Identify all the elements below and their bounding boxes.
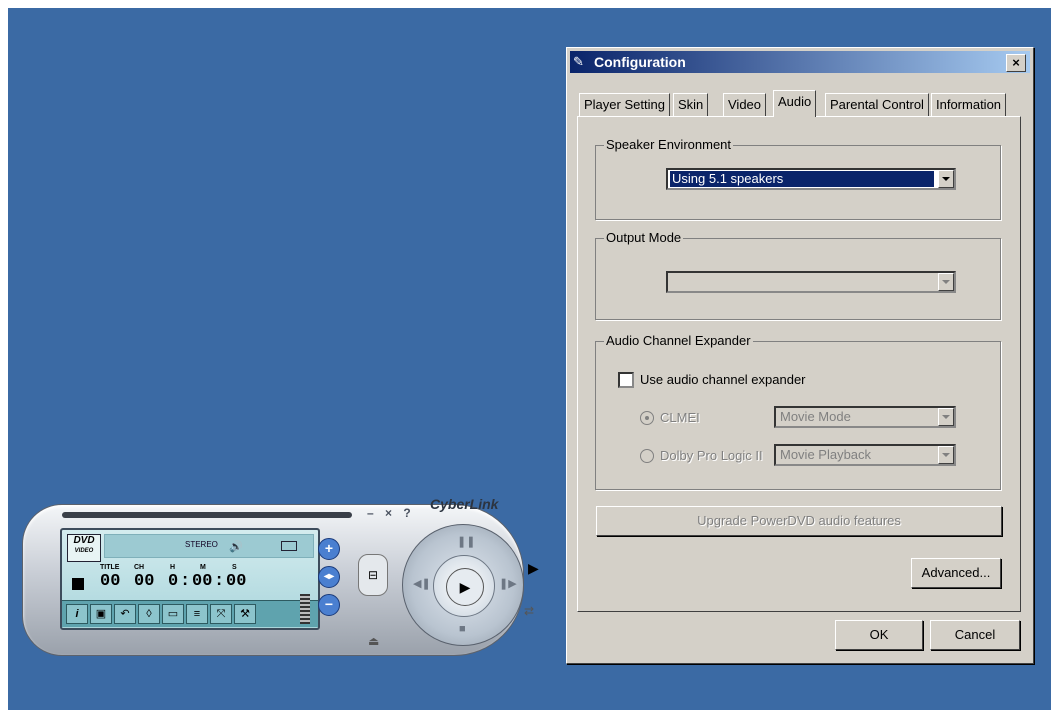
expand-arrow-icon[interactable]: ▶ <box>528 560 539 577</box>
hours-value: 0 <box>168 572 179 591</box>
stop-status-icon <box>72 578 84 590</box>
audio-stream-icon[interactable]: ◊ <box>138 604 160 624</box>
tab-video[interactable]: Video <box>723 93 767 116</box>
volume-down-icon[interactable]: − <box>318 594 340 616</box>
cancel-button[interactable]: Cancel <box>930 620 1020 650</box>
hours-label: H <box>170 564 176 571</box>
clmei-mode-value: Movie Mode <box>780 409 851 424</box>
swap-icon[interactable]: ⇄ <box>524 604 534 618</box>
output-mode-value <box>670 274 674 290</box>
navigation-wheel[interactable]: ❚❚ ◀❚ ❚▶ ■ ▶ <box>402 524 524 646</box>
settings-tool-icon[interactable]: ⚒ <box>234 604 256 624</box>
brand-logo: CyberLink <box>430 496 499 512</box>
chapter-value: 00 <box>134 572 155 591</box>
audio-channel-expander-group: Audio Channel Expander Use audio channel… <box>595 333 1001 490</box>
upgrade-audio-button[interactable]: Upgrade PowerDVD audio features <box>596 506 1002 536</box>
volume-up-icon[interactable]: + <box>318 538 340 560</box>
audio-channel-expander-label: Audio Channel Expander <box>604 333 753 349</box>
video-logo-text: VIDEO <box>74 548 94 554</box>
volume-controls: + ◂▸ − <box>318 538 340 626</box>
eject-icon[interactable]: ⏏ <box>368 634 379 648</box>
advanced-button[interactable]: Advanced... <box>911 558 1001 588</box>
lcd-button-row: i ▣ ↶ ◊ ▭ ≡ ⤧ ⚒ <box>62 600 318 627</box>
stop-icon[interactable]: ■ <box>459 623 466 635</box>
title-value: 00 <box>100 572 121 591</box>
speaker-environment-label: Speaker Environment <box>604 137 734 153</box>
dolby-mode-select[interactable]: Movie Playback <box>774 444 956 466</box>
dolby-label[interactable]: Dolby Pro Logic II <box>660 448 763 464</box>
repeat-icon[interactable]: ↶ <box>114 604 136 624</box>
capture-icon[interactable]: ▣ <box>90 604 112 624</box>
tab-information[interactable]: Information <box>931 93 1007 116</box>
menu-icon[interactable]: ⊟ <box>358 554 388 596</box>
dialog-title: Configuration <box>594 54 686 70</box>
seconds-label: S <box>232 564 237 571</box>
menu-list-icon[interactable]: ≡ <box>186 604 208 624</box>
tab-player-setting[interactable]: Player Setting <box>579 93 670 116</box>
stereo-indicator: STEREO <box>185 540 218 549</box>
wheel-center: ▶ <box>433 555 495 617</box>
dvd-video-logo: DVD VIDEO <box>67 534 101 562</box>
fullscreen-icon[interactable]: ⤧ <box>210 604 232 624</box>
volume-level-bar <box>300 594 310 624</box>
chevron-down-icon[interactable] <box>938 273 954 291</box>
speaker-environment-value: Using 5.1 speakers <box>670 171 934 187</box>
use-expander-checkbox[interactable] <box>618 372 634 388</box>
use-expander-label[interactable]: Use audio channel expander <box>640 372 806 388</box>
forward-icon[interactable]: ❚▶ <box>499 577 517 590</box>
title-bar[interactable]: ✎ Configuration × <box>570 51 1030 73</box>
dvd-logo-text: DVD <box>73 535 95 546</box>
seconds-value: 00 <box>226 572 247 591</box>
separator: : <box>214 572 225 591</box>
speaker-icon: 🔊 <box>229 541 243 553</box>
output-mode-select[interactable] <box>666 271 956 293</box>
pause-icon[interactable]: ❚❚ <box>457 535 475 548</box>
ok-button[interactable]: OK <box>835 620 923 650</box>
minutes-label: M <box>200 564 206 571</box>
lcd-display: DVD VIDEO STEREO 🔊 TITLE CH H M S 00 00 … <box>60 528 320 630</box>
minutes-value: 00 <box>192 572 213 591</box>
clmei-mode-select[interactable]: Movie Mode <box>774 406 956 428</box>
dvd-player-window[interactable]: CyberLink – × ? DVD VIDEO STEREO 🔊 TITLE… <box>22 494 548 666</box>
app-icon: ✎ <box>573 54 584 69</box>
speaker-environment-group: Speaker Environment Using 5.1 speakers <box>595 137 1001 220</box>
title-label: TITLE <box>100 564 120 571</box>
player-window-controls[interactable]: – × ? <box>367 506 415 520</box>
output-mode-group: Output Mode <box>595 230 1001 320</box>
status-strip: STEREO 🔊 <box>104 534 314 558</box>
chevron-down-icon[interactable] <box>938 408 954 426</box>
output-mode-label: Output Mode <box>604 230 684 246</box>
speaker-environment-select[interactable]: Using 5.1 speakers <box>666 168 956 190</box>
info-icon[interactable]: i <box>66 604 88 624</box>
battery-icon <box>281 541 297 551</box>
tab-audio[interactable]: Audio <box>773 90 817 117</box>
chevron-down-icon[interactable] <box>938 446 954 464</box>
dolby-mode-value: Movie Playback <box>780 447 872 462</box>
tab-parental-control[interactable]: Parental Control <box>825 93 929 116</box>
configuration-dialog: ✎ Configuration × Player Setting Skin Vi… <box>566 47 1034 664</box>
mute-icon[interactable]: ◂▸ <box>318 566 340 588</box>
seek-bar[interactable] <box>62 512 352 518</box>
clmei-radio[interactable] <box>640 411 654 425</box>
rewind-icon[interactable]: ◀❚ <box>413 577 431 590</box>
chevron-down-icon[interactable] <box>938 170 954 188</box>
separator: : <box>180 572 191 591</box>
tab-skin[interactable]: Skin <box>673 93 709 116</box>
dolby-radio[interactable] <box>640 449 654 463</box>
subtitle-icon[interactable]: ▭ <box>162 604 184 624</box>
close-button[interactable]: × <box>1006 54 1026 72</box>
chapter-label: CH <box>134 564 145 571</box>
play-icon[interactable]: ▶ <box>446 568 484 606</box>
clmei-label[interactable]: CLMEI <box>660 410 700 426</box>
